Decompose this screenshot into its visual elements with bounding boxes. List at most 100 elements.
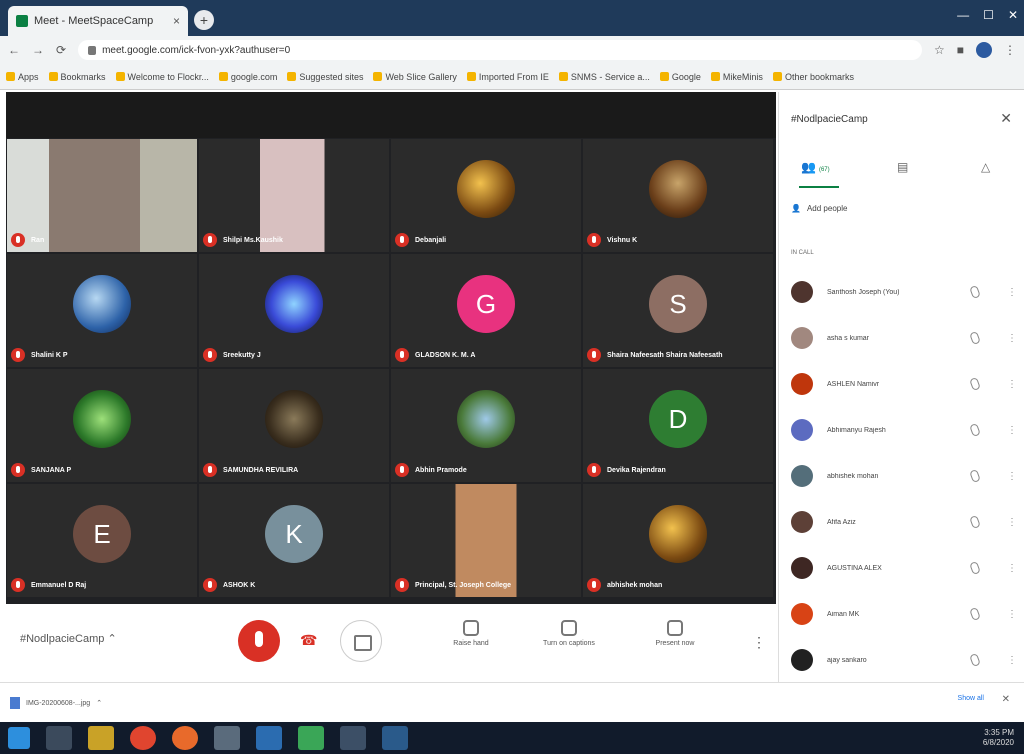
present-now-button[interactable]: Present now bbox=[630, 620, 720, 647]
participant-tile[interactable]: SAMUNDHA REVILIRA bbox=[198, 368, 390, 483]
bookmark-item[interactable]: Bookmarks bbox=[48, 72, 106, 82]
bookmark-item[interactable]: SNMS - Service a... bbox=[558, 72, 650, 82]
participant-list-item[interactable]: AGUSTINA ALEX ⋮ bbox=[791, 548, 1017, 588]
close-icon[interactable]: ✕ bbox=[1000, 110, 1012, 127]
mic-off-icon bbox=[587, 233, 601, 247]
participant-tile[interactable]: Debanjali bbox=[390, 138, 582, 253]
participant-list-item[interactable]: asha s kumar ⋮ bbox=[791, 318, 1017, 358]
hang-up-button[interactable]: ☎ bbox=[300, 632, 322, 648]
participant-tile[interactable]: E Emmanuel D Raj bbox=[6, 483, 198, 598]
show-all-link[interactable]: Show all bbox=[958, 695, 984, 702]
participant-list-item[interactable]: Abhimanyu Rajesh ⋮ bbox=[791, 410, 1017, 450]
captions-button[interactable]: Turn on captions bbox=[524, 620, 614, 647]
bookmark-item[interactable]: Imported From IE bbox=[466, 72, 549, 82]
bookmark-item[interactable]: Web Slice Gallery bbox=[373, 72, 457, 82]
participant-tile[interactable]: SANJANA P bbox=[6, 368, 198, 483]
participant-tile[interactable]: Ran bbox=[6, 138, 198, 253]
mic-off-icon bbox=[395, 463, 409, 477]
taskview-icon[interactable] bbox=[46, 726, 72, 750]
participant-list-item[interactable]: ASHLEN Namivr ⋮ bbox=[791, 364, 1017, 404]
participant-tile[interactable]: G GLADSON K. M. A bbox=[390, 253, 582, 368]
participant-name: Ran bbox=[31, 236, 45, 244]
start-button[interactable] bbox=[8, 727, 30, 749]
minimize-icon[interactable]: — bbox=[957, 8, 969, 22]
bookmark-item[interactable]: MikeMinis bbox=[710, 72, 763, 82]
back-icon[interactable]: ← bbox=[8, 43, 20, 57]
file-explorer-icon[interactable] bbox=[88, 726, 114, 750]
more-options-icon[interactable]: ⋮ bbox=[1007, 425, 1017, 436]
chevron-up-icon[interactable]: ⌃ bbox=[96, 699, 102, 707]
participant-list-item[interactable]: abhishek mohan ⋮ bbox=[791, 456, 1017, 496]
bookmark-item[interactable]: Welcome to Flockr... bbox=[115, 72, 209, 82]
participant-tile[interactable]: Vishnu K bbox=[582, 138, 774, 253]
participant-tile[interactable]: abhishek mohan bbox=[582, 483, 774, 598]
participant-list-item[interactable]: Aiman MK ⋮ bbox=[791, 594, 1017, 634]
avatar bbox=[791, 281, 813, 303]
chrome-icon[interactable] bbox=[130, 726, 156, 750]
tab-chat[interactable]: ▤ bbox=[897, 160, 908, 174]
more-options-icon[interactable]: ⋮ bbox=[1007, 379, 1017, 390]
participant-list-item[interactable]: Santhosh Joseph (You) ⋮ bbox=[791, 272, 1017, 312]
more-options-icon[interactable]: ⋮ bbox=[1007, 563, 1017, 574]
tab-activities[interactable]: △ bbox=[981, 160, 990, 174]
participant-list-item[interactable]: Afifa Aziz ⋮ bbox=[791, 502, 1017, 542]
camera-toggle-button[interactable] bbox=[340, 620, 382, 662]
bookmark-item[interactable]: google.com bbox=[218, 72, 277, 82]
participant-tile[interactable]: Sreekutty J bbox=[198, 253, 390, 368]
participant-tile[interactable]: Shalini K P bbox=[6, 253, 198, 368]
close-window-icon[interactable]: ✕ bbox=[1008, 8, 1018, 22]
participant-list-item[interactable]: ajay sankaro ⋮ bbox=[791, 640, 1017, 680]
meeting-details[interactable]: #NodlpacieCamp ⌃ bbox=[20, 632, 117, 645]
mic-off-icon bbox=[969, 422, 981, 438]
app-icon[interactable] bbox=[382, 726, 408, 750]
more-options-icon[interactable]: ⋮ bbox=[1007, 655, 1017, 666]
profile-avatar[interactable] bbox=[976, 42, 992, 58]
participant-tile[interactable]: D Devika Rajendran bbox=[582, 368, 774, 483]
more-options-icon[interactable]: ⋮ bbox=[1007, 471, 1017, 482]
participant-initial-avatar: E bbox=[73, 504, 131, 563]
reload-icon[interactable]: ⟳ bbox=[56, 43, 66, 57]
extension-icon[interactable]: ■ bbox=[957, 43, 964, 57]
bookmark-item[interactable]: Suggested sites bbox=[287, 72, 363, 82]
more-options-icon[interactable]: ⋮ bbox=[1007, 517, 1017, 528]
edge-icon[interactable] bbox=[256, 726, 282, 750]
maximize-icon[interactable]: ☐ bbox=[983, 8, 994, 22]
participant-tile[interactable]: K ASHOK K bbox=[198, 483, 390, 598]
people-panel: #NodlpacieCamp ✕ 👥 (67) ▤ △ 👤 Add people … bbox=[778, 92, 1024, 690]
system-tray[interactable]: 3:35 PM 6/8/2020 bbox=[983, 728, 1014, 748]
participant-name: Debanjali bbox=[415, 236, 447, 244]
browser-tab-meet[interactable]: Meet - MeetSpaceCamp × bbox=[8, 6, 188, 36]
app-icon[interactable] bbox=[340, 726, 366, 750]
participant-name-bar: SANJANA P bbox=[11, 463, 71, 477]
bookmark-item[interactable]: Google bbox=[659, 72, 701, 82]
menu-icon[interactable]: ⋮ bbox=[1004, 43, 1016, 57]
close-icon[interactable]: ✕ bbox=[1002, 694, 1010, 705]
more-options-icon[interactable]: ⋮ bbox=[1007, 609, 1017, 620]
add-people-button[interactable]: 👤 Add people bbox=[791, 204, 847, 213]
address-bar[interactable]: meet.google.com/ick-fvon-yxk?authuser=0 bbox=[78, 40, 922, 60]
bookmarks-bar: Apps Bookmarks Welcome to Flockr... goog… bbox=[0, 64, 1024, 90]
section-label: IN CALL bbox=[791, 250, 814, 256]
participant-tile[interactable]: Principal, St. Joseph College bbox=[390, 483, 582, 598]
mic-toggle-button[interactable] bbox=[238, 620, 280, 662]
raise-hand-button[interactable]: Raise hand bbox=[426, 620, 516, 647]
firefox-icon[interactable] bbox=[172, 726, 198, 750]
media-icon[interactable] bbox=[214, 726, 240, 750]
new-tab-button[interactable]: + bbox=[194, 10, 214, 30]
more-options-icon[interactable]: ⋮ bbox=[752, 634, 766, 651]
participant-tile[interactable]: S Shaira Nafeesath Shaira Nafeesath bbox=[582, 253, 774, 368]
forward-icon[interactable]: → bbox=[32, 43, 44, 57]
close-tab-icon[interactable]: × bbox=[173, 14, 180, 28]
bookmark-item[interactable]: Apps bbox=[6, 72, 39, 82]
other-bookmarks[interactable]: Other bookmarks bbox=[772, 72, 854, 82]
tab-people[interactable]: 👥 (67) bbox=[801, 160, 830, 174]
more-options-icon[interactable]: ⋮ bbox=[1007, 287, 1017, 298]
participant-name: Shaira Nafeesath Shaira Nafeesath bbox=[607, 351, 723, 359]
app-icon[interactable] bbox=[298, 726, 324, 750]
mic-off-icon bbox=[11, 348, 25, 362]
more-options-icon[interactable]: ⋮ bbox=[1007, 333, 1017, 344]
participant-tile[interactable]: Shilpi Ms.Kaushik bbox=[198, 138, 390, 253]
download-item[interactable]: IMG-20200608-...jpg ⌃ bbox=[10, 693, 170, 713]
participant-tile[interactable]: Abhin Pramode bbox=[390, 368, 582, 483]
star-icon[interactable]: ☆ bbox=[934, 43, 945, 57]
